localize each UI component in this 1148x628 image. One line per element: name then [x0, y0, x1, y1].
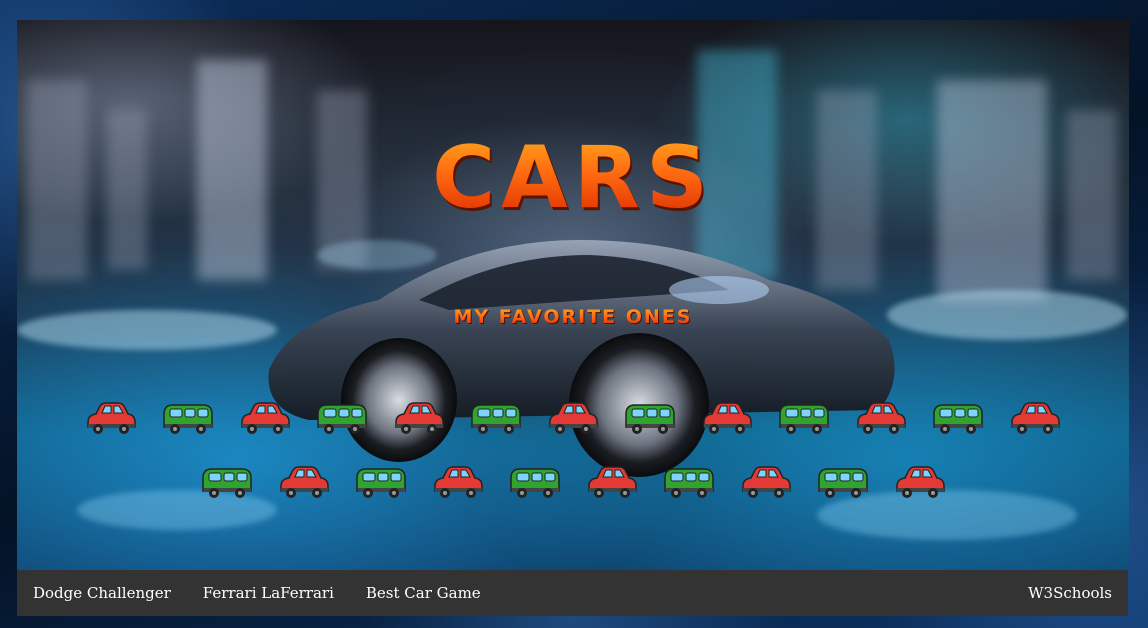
red-car-icon: [87, 402, 136, 434]
nav-link-w3schools[interactable]: W3Schools: [1012, 570, 1128, 616]
red-car-icon: [241, 402, 290, 434]
green-car-icon: [201, 468, 252, 498]
red-car-icon: [587, 466, 637, 498]
green-car-icon: [471, 404, 521, 434]
red-car-icon: [279, 466, 329, 498]
nav-link-best-car-game[interactable]: Best Car Game: [350, 570, 497, 616]
car-row-1: [17, 400, 1129, 436]
nav-link-dodge-challenger[interactable]: Dodge Challenger: [17, 570, 187, 616]
green-car-icon: [933, 404, 983, 434]
nav-link-ferrari-laferrari[interactable]: Ferrari LaFerrari: [187, 570, 350, 616]
car-row-2: [17, 464, 1129, 500]
green-car-icon: [625, 404, 675, 434]
bottom-navbar: Dodge Challenger Ferrari LaFerrari Best …: [17, 570, 1128, 616]
red-car-icon: [1011, 402, 1060, 434]
green-car-icon: [317, 404, 367, 434]
green-car-icon: [779, 404, 829, 434]
red-car-icon: [857, 402, 906, 434]
page-subtitle: My Favorite Ones: [17, 306, 1129, 328]
red-car-icon: [895, 466, 945, 498]
red-car-icon: [741, 466, 791, 498]
red-car-icon: [433, 466, 483, 498]
car-illustration: [268, 240, 895, 477]
green-car-icon: [355, 468, 406, 498]
green-car-icon: [817, 468, 868, 498]
green-car-icon: [163, 404, 213, 434]
page-title: CARS: [17, 128, 1129, 228]
red-car-icon: [395, 402, 444, 434]
red-car-icon: [549, 402, 598, 434]
green-car-icon: [663, 468, 714, 498]
red-car-icon: [703, 402, 752, 434]
hero-banner: CARS My Favorite Ones: [17, 20, 1129, 570]
green-car-icon: [509, 468, 560, 498]
